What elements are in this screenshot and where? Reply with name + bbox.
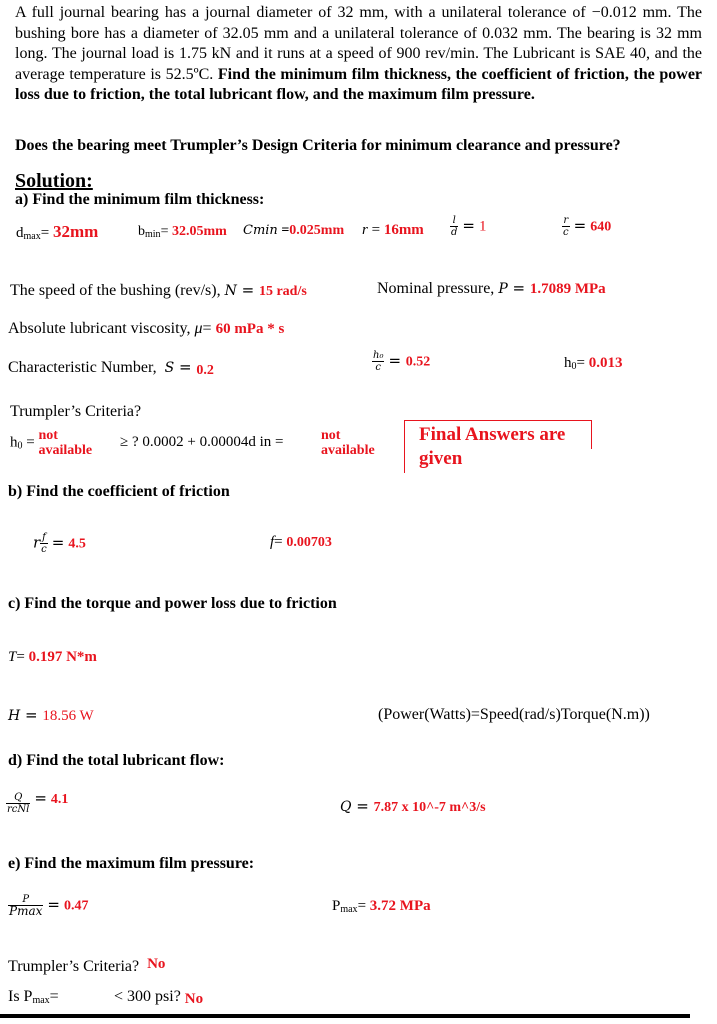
cmin-equation: Cmin =0.025mm xyxy=(243,223,345,238)
total-flow-equation: Q = 7.87 x 10^-7 m^3/s xyxy=(340,797,486,815)
trumpler-criteria-label: Trumpler’s Criteria? xyxy=(10,403,142,420)
cmin-value: 0.025mm xyxy=(289,223,345,238)
characteristic-number-equation: Characteristic Number, S = 0.2 xyxy=(8,358,214,378)
part-a-heading: a) Find the minimum film thickness: xyxy=(15,191,265,208)
friction-variable-equation: rfc = 4.5 xyxy=(33,532,86,556)
r-over-c-value: 640 xyxy=(590,219,612,235)
part-c-heading: c) Find the torque and power loss due to… xyxy=(8,595,337,612)
trumpler-pressure-criteria: Trumpler’s Criteria? No xyxy=(8,956,166,975)
total-flow-value: 7.87 x 10^-7 m^3/s xyxy=(373,800,486,815)
ho-value: 0.013 xyxy=(588,355,623,371)
pmax-check: Is Pmax= xyxy=(8,988,59,1006)
flow-variable-value: 4.1 xyxy=(50,791,69,807)
problem-statement: A full journal bearing has a journal dia… xyxy=(15,3,702,106)
friction-coefficient-equation: f= 0.00703 xyxy=(270,534,332,550)
pressure-ratio-equation: P Pmax = 0.47 xyxy=(8,894,89,918)
friction-variable-value: 4.5 xyxy=(68,536,86,552)
design-question: Does the bearing meet Trumpler’s Design … xyxy=(15,137,621,154)
bmin-value: 32.05mm xyxy=(171,224,227,239)
nominal-pressure-equation: Nominal pressure, P = 1.7089 MPa xyxy=(377,279,606,297)
part-d-heading: d) Find the total lubricant flow: xyxy=(8,752,225,769)
ho-over-c-equation: h₀ c = 0.52 xyxy=(372,350,431,373)
viscosity-value: 60 mPa * s xyxy=(215,321,285,337)
bottom-divider xyxy=(0,1014,690,1018)
characteristic-number-value: 0.2 xyxy=(196,363,214,378)
pmax-threshold: < 300 psi? No xyxy=(114,988,204,1007)
power-formula-note: (Power(Watts)=Speed(rad/s)Torque(N.m)) xyxy=(378,706,650,723)
l-over-d-equation: ld = 1 xyxy=(450,215,487,238)
pressure-ratio-value: 0.47 xyxy=(63,898,89,914)
solution-heading: Solution: xyxy=(15,170,93,192)
part-b-heading: b) Find the coefficient of friction xyxy=(8,483,230,500)
torque-value: 0.197 N*m xyxy=(28,649,97,665)
friction-coefficient-value: 0.00703 xyxy=(286,535,332,550)
dmax-equation: dmax= 32mm xyxy=(16,222,99,242)
ho-criterion-equation: h0 = not available xyxy=(10,428,93,458)
nominal-pressure-value: 1.7089 MPa xyxy=(529,281,606,297)
ho-equation: h0= 0.013 xyxy=(564,355,623,372)
radius-value: 16mm xyxy=(383,222,424,238)
ho-over-c-value: 0.52 xyxy=(405,354,431,370)
dmax-value: 32mm xyxy=(52,222,99,241)
flow-variable-equation: QrcNl = 4.1 xyxy=(6,788,69,815)
final-answers-note-box: Final Answers are given xyxy=(404,420,593,479)
bmin-equation: bmin= 32.05mm xyxy=(138,224,227,240)
final-answers-note: Final Answers are given xyxy=(419,424,566,469)
trumpler-result: No xyxy=(147,956,166,972)
part-e-heading: e) Find the maximum film pressure: xyxy=(8,855,255,872)
power-loss-equation: H = 18.56 W xyxy=(8,706,94,724)
radius-equation: r = 16mm xyxy=(362,222,424,238)
speed-equation: The speed of the bushing (rev/s), N = 15… xyxy=(10,281,307,299)
criterion-not-available: not available xyxy=(321,428,375,458)
clearance-criterion: ≥ ? 0.0002 + 0.00004d in = xyxy=(120,434,284,450)
ho-not-available: not available xyxy=(38,428,93,458)
max-pressure-value: 3.72 MPa xyxy=(369,898,431,914)
torque-equation: T= 0.197 N*m xyxy=(8,649,97,665)
max-pressure-equation: Pmax= 3.72 MPa xyxy=(332,898,431,915)
r-over-c-equation: rc = 640 xyxy=(562,215,612,238)
power-loss-value: 18.56 W xyxy=(42,708,94,724)
l-over-d-value: 1 xyxy=(478,218,487,235)
pmax-check-result: No xyxy=(184,991,204,1007)
viscosity-equation: Absolute lubricant viscosity, μ= 60 mPa … xyxy=(8,320,285,337)
speed-value: 15 rad/s xyxy=(258,284,307,299)
